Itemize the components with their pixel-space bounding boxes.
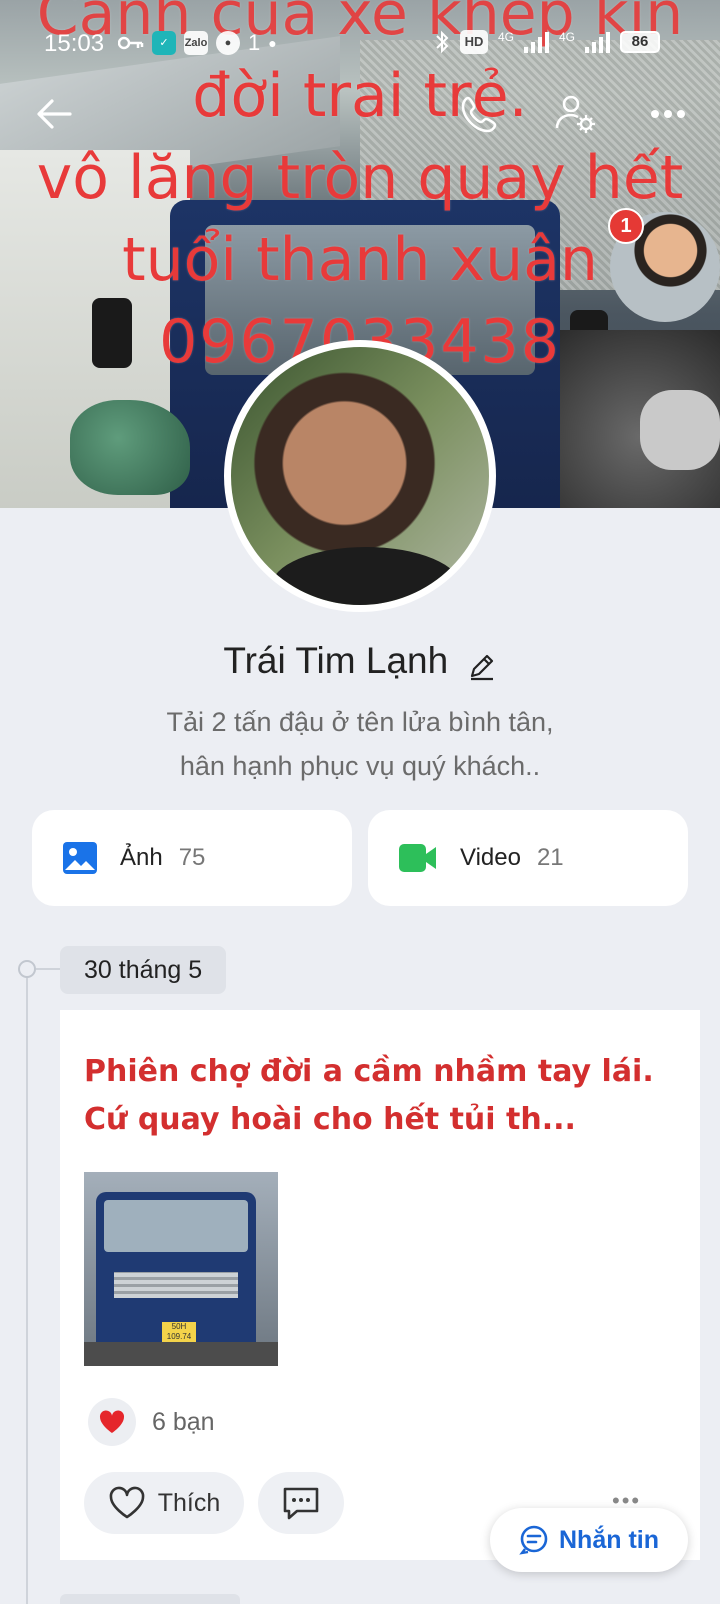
videos-count: 21: [536, 844, 564, 871]
status-time: 15:03: [44, 30, 105, 57]
back-button[interactable]: [30, 90, 78, 138]
heart-reaction: [88, 1398, 136, 1446]
post-text[interactable]: Phiên chợ đời a cầm nhầm tay lái. Cứ qua…: [84, 1048, 684, 1144]
profile-name: Trái Tim Lạnh: [223, 640, 449, 681]
cover-tarp: [70, 400, 190, 495]
edit-name-button[interactable]: [467, 651, 497, 686]
like-label: Thích: [157, 1488, 221, 1517]
profile-bio: Tải 2 tấn đậu ở tên lửa bình tân, hân hạ…: [0, 700, 720, 788]
photos-count: 75: [178, 844, 206, 871]
call-button[interactable]: [456, 90, 504, 138]
profile-avatar[interactable]: [224, 340, 496, 612]
chat-bubble-icon: [519, 1525, 548, 1555]
back-arrow-icon: [37, 99, 72, 129]
post-image-grille: [114, 1272, 238, 1298]
edit-pencil-icon: [470, 655, 493, 681]
reaction-summary[interactable]: 6 bạn: [88, 1398, 215, 1446]
heart-icon: [99, 1410, 125, 1433]
status-bar: 15:03 ✓ Zalo ● 1 ● HD 4G 4G 86: [0, 22, 720, 62]
post-image[interactable]: 50H 109.74: [84, 1172, 278, 1366]
status-system-icons: HD 4G 4G 86: [434, 30, 660, 54]
video-camera-icon: [398, 842, 438, 874]
like-button[interactable]: Thích: [84, 1472, 244, 1534]
post-image-plate: 50H 109.74: [162, 1322, 196, 1342]
account-icon: ●: [216, 31, 240, 55]
signal-icon-2: [585, 31, 610, 53]
battery-icon: 86: [620, 31, 660, 53]
profile-bio-line-1: Tải 2 tấn đậu ở tên lửa bình tân,: [166, 707, 554, 737]
next-timeline-chip: [60, 1594, 240, 1604]
more-options-button[interactable]: [644, 90, 692, 138]
signal-icon-1: [523, 31, 549, 53]
videos-card[interactable]: Video 21: [368, 810, 688, 906]
post-text-line-1: Phiên chợ đời a cầm nhầm tay lái.: [84, 1054, 654, 1089]
post-card[interactable]: Phiên chợ đời a cầm nhầm tay lái. Cứ qua…: [60, 1010, 700, 1560]
app-check-icon: ✓: [152, 31, 176, 55]
profile-name-row: Trái Tim Lạnh: [0, 640, 720, 686]
network-label-2: 4G: [558, 30, 575, 44]
bluetooth-icon: [436, 30, 449, 54]
status-notification-icons: ✓ Zalo ● 1 ●: [118, 30, 277, 56]
user-settings-icon: [555, 95, 595, 133]
status-dot-icon: ●: [268, 35, 277, 51]
profile-settings-button[interactable]: [552, 90, 600, 138]
send-message-label: Nhắn tin: [559, 1525, 659, 1554]
cover-mirror-left: [92, 298, 132, 368]
post-text-line-2: Cứ quay hoài cho hết tủi th...: [84, 1102, 576, 1137]
timeline-line: [26, 968, 28, 1604]
timeline-connector: [36, 968, 60, 970]
send-message-button[interactable]: Nhắn tin: [490, 1508, 688, 1572]
post-image-windshield: [104, 1200, 248, 1252]
notification-badge: 1: [608, 208, 644, 244]
phone-icon: [461, 96, 497, 133]
reaction-count: 6 bạn: [152, 1407, 215, 1436]
cover-sack: [640, 390, 720, 470]
network-label-1: 4G: [497, 30, 514, 44]
photos-card[interactable]: Ảnh 75: [32, 810, 352, 906]
hd-icon: HD: [459, 30, 488, 54]
post-image-ground: [84, 1342, 278, 1366]
status-notif-count: 1: [248, 30, 261, 55]
more-dots-icon: [651, 110, 685, 118]
profile-screen: Cảnh của xe khép kín đời trai trẻ. vô lă…: [0, 0, 720, 1604]
comment-button[interactable]: [258, 1472, 344, 1534]
key-icon: [118, 36, 144, 50]
timeline-date-chip: 30 tháng 5: [60, 946, 227, 994]
comment-icon: [283, 1487, 319, 1520]
image-icon: [62, 841, 98, 875]
photos-label: Ảnh: [120, 844, 163, 871]
videos-label: Video: [460, 844, 521, 871]
zalo-icon: Zalo: [184, 31, 208, 55]
timeline-dot: [18, 960, 36, 978]
avatar-shirt: [271, 547, 461, 605]
profile-bio-line-2: hân hạnh phục vụ quý khách..: [179, 751, 541, 781]
heart-outline-icon: [109, 1486, 145, 1519]
